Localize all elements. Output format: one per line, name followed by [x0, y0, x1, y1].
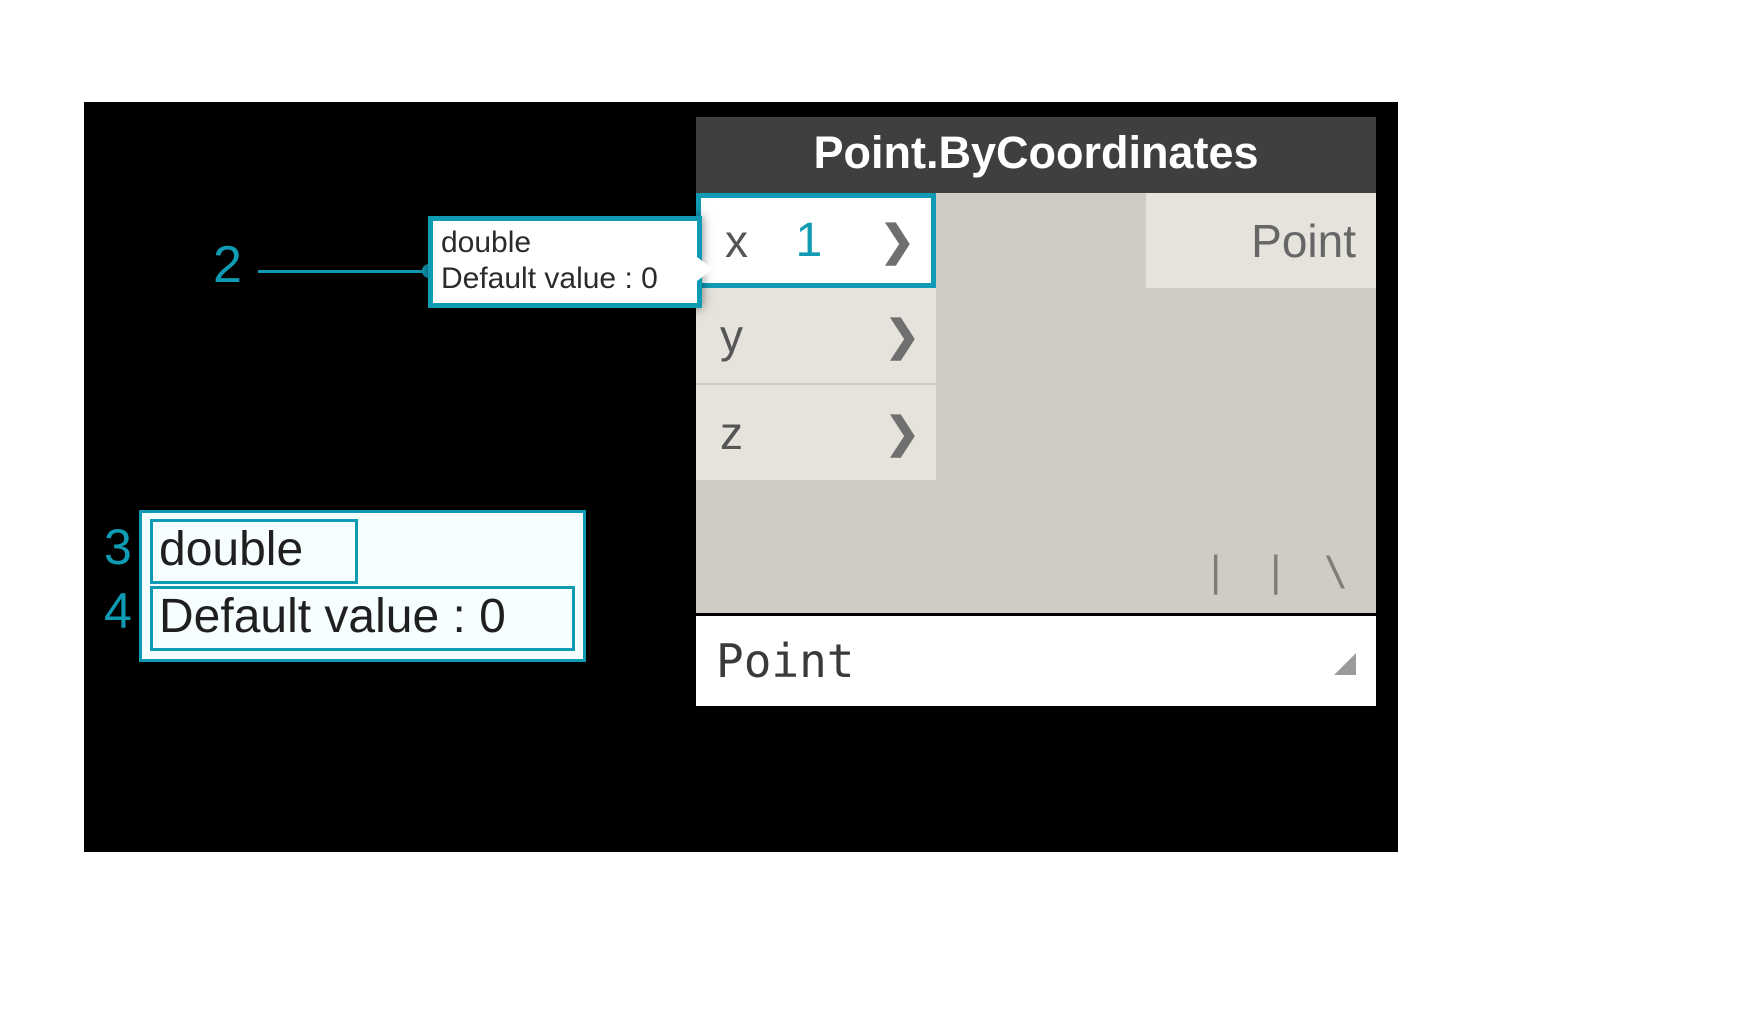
- node-body: x 1 ❯ y ❯ z ❯ Point | | \: [696, 193, 1376, 613]
- input-port-y[interactable]: y ❯: [696, 288, 936, 385]
- node-preview-footer[interactable]: Point: [696, 613, 1376, 706]
- input-ports-column: x 1 ❯ y ❯ z ❯: [696, 193, 936, 613]
- output-ports-column: Point: [1146, 193, 1376, 288]
- node-title: Point.ByCoordinates: [696, 117, 1376, 193]
- preview-result-text: Point: [716, 634, 854, 688]
- tooltip-default-line: Default value : 0: [441, 261, 689, 297]
- callout-number-2: 2: [213, 235, 242, 295]
- callout-number-4: 4: [104, 582, 132, 640]
- output-port-point[interactable]: Point: [1146, 193, 1376, 288]
- tooltip-type-line: double: [441, 225, 689, 261]
- tooltip-zoom-view: double Default value : 0: [139, 510, 586, 662]
- input-port-z[interactable]: z ❯: [696, 385, 936, 482]
- callout-number-1: 1: [796, 213, 823, 268]
- port-tooltip: double Default value : 0: [428, 216, 702, 308]
- port-label: x: [725, 214, 748, 268]
- port-label: z: [720, 406, 743, 460]
- chevron-right-icon[interactable]: ❯: [885, 408, 920, 457]
- callout-number-3: 3: [104, 518, 132, 576]
- lacing-icon[interactable]: | | \: [1204, 549, 1354, 595]
- chevron-right-icon[interactable]: ❯: [885, 311, 920, 360]
- node-point-bycoordinates[interactable]: Point.ByCoordinates x 1 ❯ y ❯ z ❯ Point …: [696, 117, 1376, 706]
- expand-corner-icon[interactable]: [1334, 653, 1356, 675]
- tooltip-zoom-default-line: Default value : 0: [150, 586, 575, 651]
- tooltip-zoom-type-line: double: [150, 519, 358, 584]
- callout-leader-line: [258, 270, 428, 273]
- port-label: Point: [1251, 214, 1356, 268]
- chevron-right-icon[interactable]: ❯: [880, 216, 915, 265]
- input-port-x[interactable]: x 1 ❯: [696, 193, 936, 288]
- port-label: y: [720, 309, 743, 363]
